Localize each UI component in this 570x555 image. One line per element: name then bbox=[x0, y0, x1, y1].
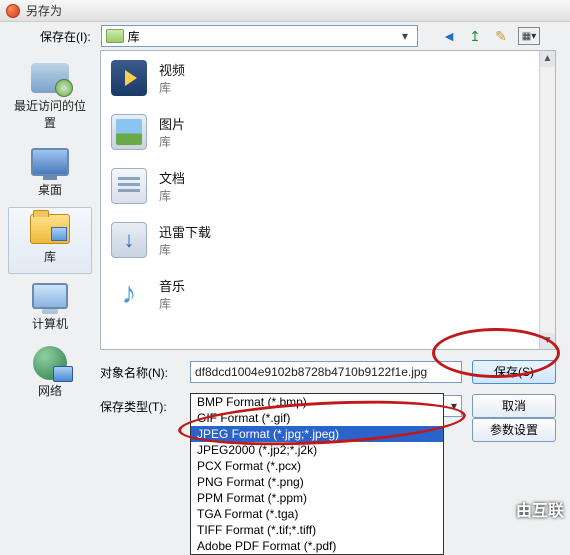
app-icon bbox=[6, 4, 20, 18]
save-button[interactable]: 保存(S) bbox=[472, 360, 556, 384]
watermark: 由互联 bbox=[510, 495, 570, 523]
chevron-down-icon: ▾ bbox=[397, 29, 413, 43]
file-desc: 库 bbox=[159, 187, 185, 204]
scroll-up-icon[interactable]: ▲ bbox=[540, 51, 555, 67]
views-icon[interactable]: ▦▾ bbox=[518, 27, 540, 45]
place-label: 计算机 bbox=[9, 315, 91, 332]
save-in-value: 库 bbox=[128, 28, 397, 45]
file-name: 音乐 bbox=[159, 276, 185, 295]
lib-icon bbox=[30, 212, 70, 246]
file-name: 视频 bbox=[159, 60, 185, 79]
window-title: 另存为 bbox=[26, 2, 62, 19]
filename-input[interactable]: df8dcd1004e9102b8728b4710b9122f1e.jpg bbox=[190, 361, 462, 383]
filetype-option[interactable]: PNG Format (*.png) bbox=[191, 474, 443, 490]
network-icon bbox=[30, 346, 70, 380]
filename-label: 对象名称(N): bbox=[100, 364, 180, 381]
video-icon bbox=[109, 58, 149, 98]
places-sidebar: 最近访问的位置桌面库计算机网络 bbox=[0, 50, 100, 350]
toolbar: 保存在(I): 库 ▾ ◄ ↥ ✎ ▦▾ bbox=[0, 22, 570, 50]
filetype-dropdown-list[interactable]: BMP Format (*.bmp)GIF Format (*.gif)JPEG… bbox=[190, 393, 444, 555]
file-item[interactable]: 图片库 bbox=[101, 105, 555, 159]
desktop-icon bbox=[30, 145, 70, 179]
file-desc: 库 bbox=[159, 295, 185, 312]
place-label: 网络 bbox=[9, 382, 91, 399]
filetype-option[interactable]: PPM Format (*.ppm) bbox=[191, 490, 443, 506]
filetype-option[interactable]: JPEG2000 (*.jp2;*.j2k) bbox=[191, 442, 443, 458]
parameters-button[interactable]: 参数设置 bbox=[472, 418, 556, 442]
file-desc: 库 bbox=[159, 79, 185, 96]
file-item[interactable]: 视频库 bbox=[101, 51, 555, 105]
place-label: 桌面 bbox=[9, 181, 91, 198]
recent-icon bbox=[30, 61, 70, 95]
filetype-option[interactable]: TGA Format (*.tga) bbox=[191, 506, 443, 522]
scroll-down-icon[interactable]: ▼ bbox=[540, 333, 555, 349]
filetype-option[interactable]: Adobe PDF Format (*.pdf) bbox=[191, 538, 443, 554]
place-computer[interactable]: 计算机 bbox=[8, 274, 92, 341]
library-icon bbox=[106, 29, 124, 43]
doc-icon bbox=[109, 166, 149, 206]
place-label: 最近访问的位置 bbox=[9, 97, 91, 131]
save-in-dropdown[interactable]: 库 ▾ bbox=[101, 25, 418, 47]
filetype-option[interactable]: JPEG Format (*.jpg;*.jpeg) bbox=[191, 426, 443, 442]
back-icon[interactable]: ◄ bbox=[440, 27, 458, 45]
music-icon: ♪ bbox=[109, 274, 149, 314]
filetype-option[interactable]: TIFF Format (*.tif;*.tiff) bbox=[191, 522, 443, 538]
file-item[interactable]: 迅雷下载库 bbox=[101, 213, 555, 267]
file-name: 图片 bbox=[159, 114, 185, 133]
file-name: 文档 bbox=[159, 168, 185, 187]
scrollbar[interactable]: ▲ ▼ bbox=[539, 51, 555, 349]
filetype-label: 保存类型(T): bbox=[100, 398, 180, 415]
place-desktop[interactable]: 桌面 bbox=[8, 140, 92, 207]
img-icon bbox=[109, 112, 149, 152]
filetype-option[interactable]: GIF Format (*.gif) bbox=[191, 410, 443, 426]
filetype-option[interactable]: PCX Format (*.pcx) bbox=[191, 458, 443, 474]
computer-icon bbox=[30, 279, 70, 313]
file-list-pane: 视频库图片库文档库迅雷下载库♪音乐库 ▲ ▼ bbox=[100, 50, 556, 350]
file-item[interactable]: ♪ 音乐库 bbox=[101, 267, 555, 321]
save-in-label: 保存在(I): bbox=[40, 28, 91, 45]
new-folder-icon[interactable]: ✎ bbox=[492, 27, 510, 45]
title-bar: 另存为 bbox=[0, 0, 570, 22]
file-name: 迅雷下载 bbox=[159, 222, 211, 241]
file-desc: 库 bbox=[159, 241, 211, 258]
file-desc: 库 bbox=[159, 133, 185, 150]
place-network[interactable]: 网络 bbox=[8, 341, 92, 408]
place-recent[interactable]: 最近访问的位置 bbox=[8, 56, 92, 140]
place-lib[interactable]: 库 bbox=[8, 207, 92, 274]
up-one-level-icon[interactable]: ↥ bbox=[466, 27, 484, 45]
dl-icon bbox=[109, 220, 149, 260]
filetype-option[interactable]: BMP Format (*.bmp) bbox=[191, 394, 443, 410]
cancel-button[interactable]: 取消 bbox=[472, 394, 556, 418]
file-item[interactable]: 文档库 bbox=[101, 159, 555, 213]
place-label: 库 bbox=[9, 248, 91, 265]
